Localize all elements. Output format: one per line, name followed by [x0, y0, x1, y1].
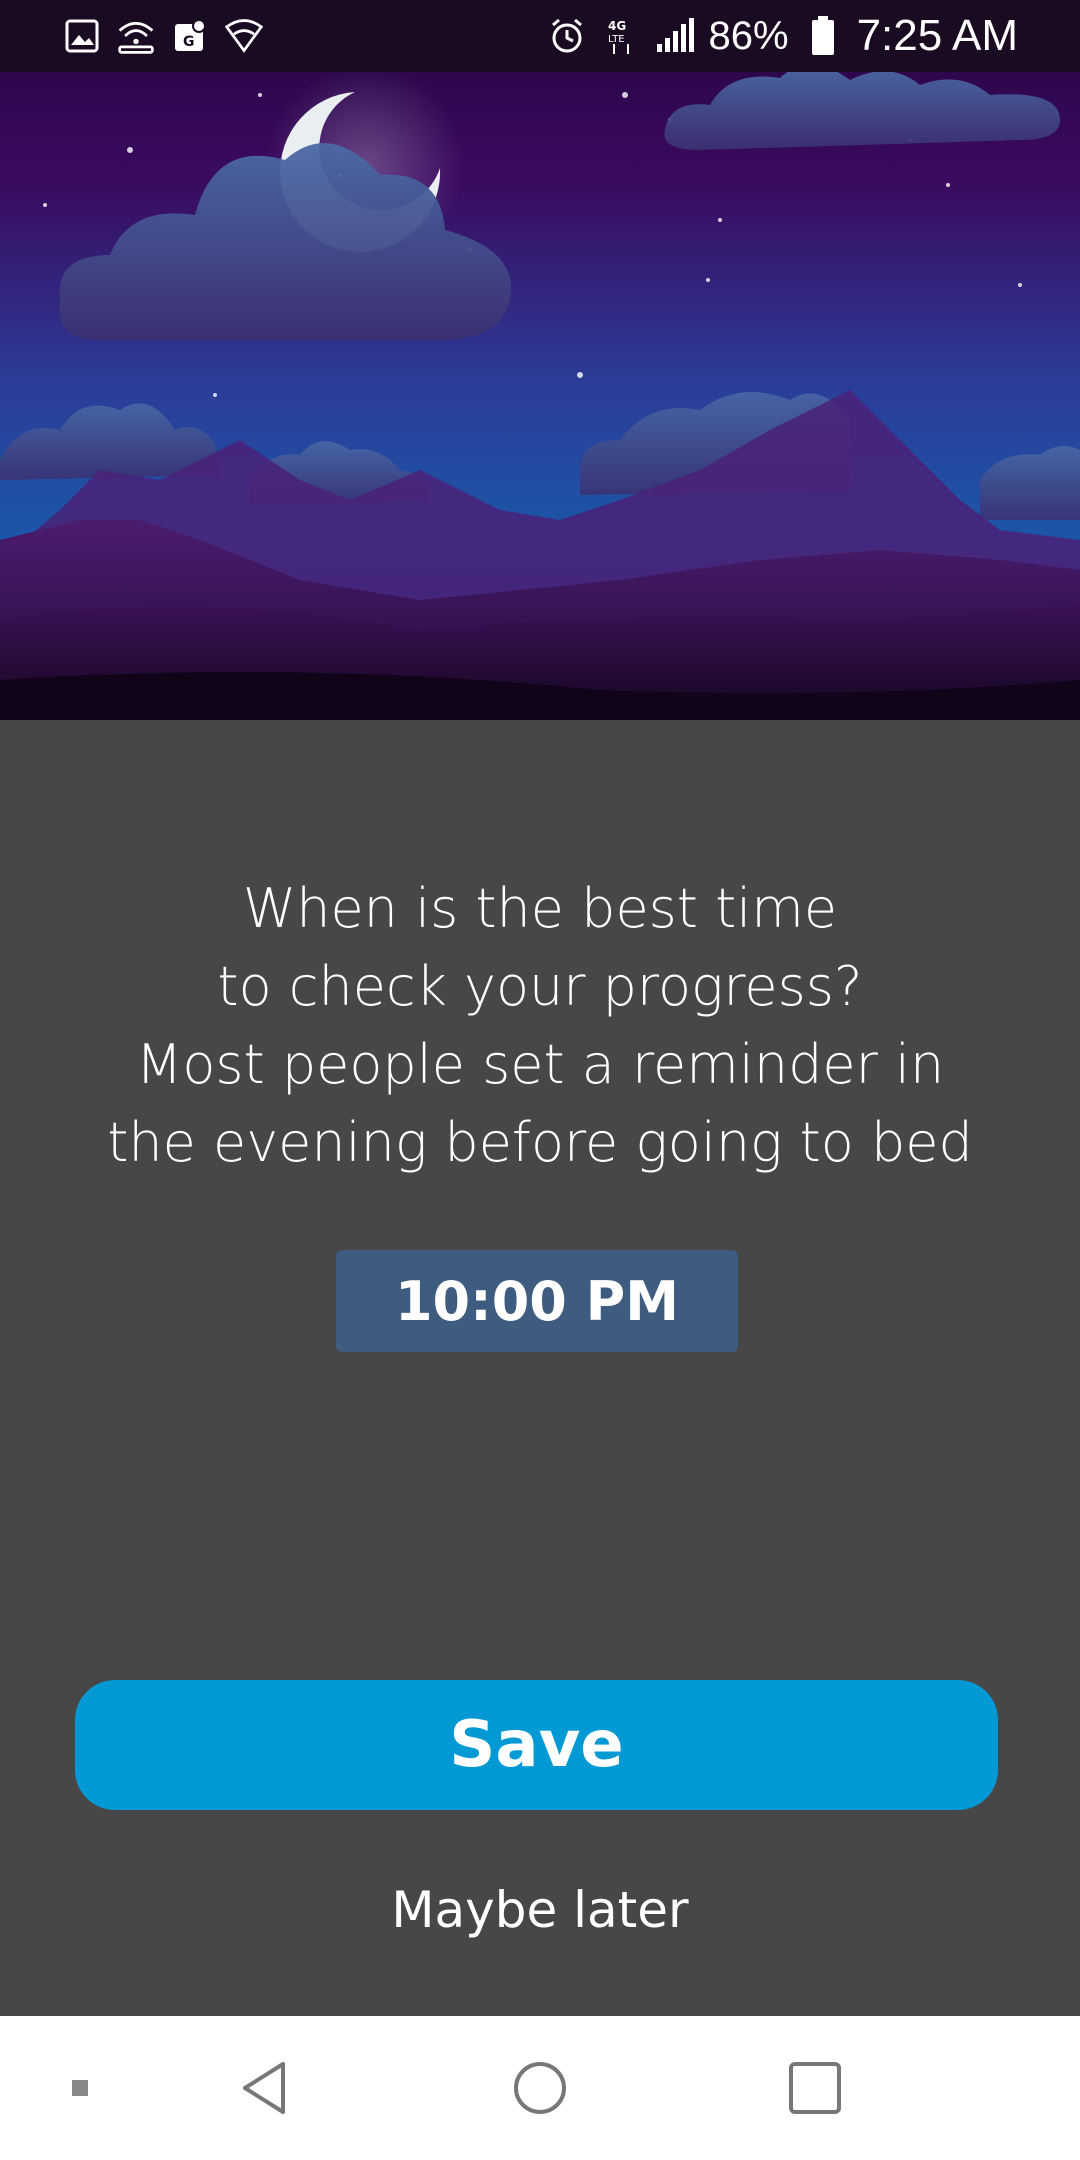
- back-icon[interactable]: [210, 2016, 320, 2160]
- navigation-bar: [0, 2016, 1080, 2160]
- lte-data-icon: 4G LTE: [601, 16, 641, 56]
- svg-text:LTE: LTE: [608, 34, 625, 45]
- save-button[interactable]: Save: [75, 1680, 998, 1810]
- alarm-icon: [547, 16, 587, 56]
- maybe-later-link[interactable]: Maybe later: [340, 1870, 740, 1950]
- reminder-time-picker[interactable]: 10:00 PM: [336, 1250, 738, 1352]
- recent-dot-icon[interactable]: [40, 2016, 120, 2160]
- maps-icon: G: [170, 16, 210, 56]
- prompt-line: the evening before going to bed: [107, 1111, 973, 1174]
- signal-icon: [655, 16, 695, 56]
- gallery-icon: [62, 16, 102, 56]
- clock: 7:25 AM: [856, 11, 1018, 60]
- overview-icon[interactable]: [760, 2016, 870, 2160]
- reminder-setup-panel: When is the best time to check your prog…: [0, 720, 1080, 2016]
- wifi-hotspot-icon: [116, 16, 156, 56]
- svg-text:G: G: [183, 34, 195, 50]
- battery-icon: [803, 16, 843, 56]
- home-icon[interactable]: [485, 2016, 595, 2160]
- status-bar-notifications: G: [62, 16, 264, 56]
- prompt-line: to check your progress?: [217, 955, 863, 1018]
- status-bar-system: 4G LTE 86% 7:25 AM: [547, 11, 1018, 61]
- wifi-icon: [224, 16, 264, 56]
- battery-percent: 86%: [708, 13, 789, 58]
- prompt-line: When is the best time: [242, 877, 838, 940]
- hero-illustration: [0, 0, 1080, 720]
- prompt-line: Most people set a reminder in: [135, 1033, 945, 1096]
- svg-text:4G: 4G: [608, 19, 626, 33]
- reminder-prompt: When is the best time to check your prog…: [40, 870, 1040, 1182]
- status-bar: G 4G LTE 86% 7:25 AM: [0, 0, 1080, 72]
